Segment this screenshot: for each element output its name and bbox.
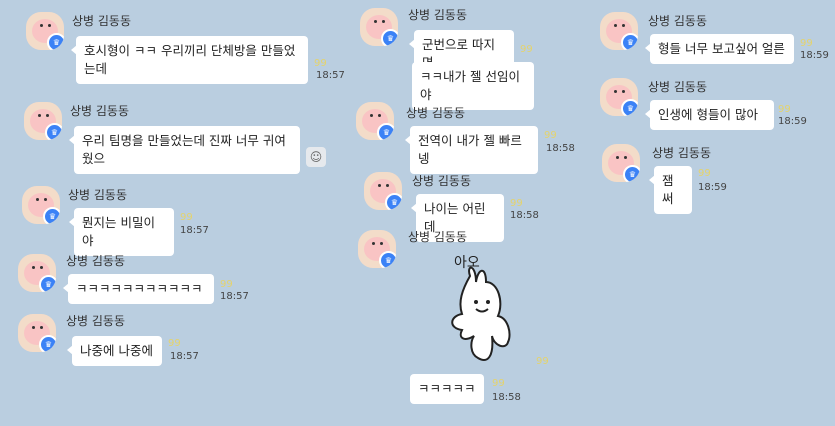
avatar[interactable]: ♛	[26, 12, 64, 50]
message-time: 18:57	[170, 351, 199, 362]
crown-badge-icon: ♛	[47, 33, 64, 50]
avatar[interactable]: ♛	[360, 8, 398, 46]
sender-name: 상병 김동동	[70, 104, 130, 118]
avatar[interactable]: ♛	[364, 172, 402, 210]
rabbit-sticker[interactable]: 아오	[428, 246, 538, 370]
avatar[interactable]: ♛	[18, 254, 56, 292]
crown-badge-icon: ♛	[379, 251, 396, 268]
sender-name: 상병 김동동	[408, 8, 468, 22]
message-time: 18:59	[800, 50, 829, 61]
avatar[interactable]: ♛	[358, 230, 396, 268]
unread-count: 99	[536, 356, 549, 367]
crown-badge-icon: ♛	[45, 123, 62, 140]
unread-count: 99	[520, 44, 533, 55]
message-time: 18:59	[778, 116, 807, 127]
unread-count: 99	[778, 104, 791, 115]
avatar[interactable]: ♛	[600, 12, 638, 50]
message-bubble[interactable]: 잼써	[649, 166, 692, 214]
unread-count: 99	[800, 38, 813, 49]
crown-badge-icon: ♛	[623, 165, 640, 182]
chat-column-2: ♛ 상병 김동동 군번으로 따지면 99 ㅋㅋ내가 젤 선임이야 ♛ 상병 김동…	[330, 0, 590, 426]
message-time: 18:58	[510, 210, 539, 221]
unread-count: 99	[544, 130, 557, 141]
message-bubble[interactable]: 뭔지는 비밀이야	[69, 208, 174, 256]
chat-column-3: ♛ 상병 김동동 형들 너무 보고싶어 얼른 99 18:59 ♛ 상병 김동동…	[590, 0, 835, 426]
message-bubble[interactable]: 인생에 형들이 많아	[645, 100, 774, 130]
crown-badge-icon: ♛	[621, 99, 638, 116]
sender-name: 상병 김동동	[66, 254, 126, 268]
sender-name: 상병 김동동	[72, 14, 132, 28]
message-bubble[interactable]: 형들 너무 보고싶어 얼른	[645, 34, 794, 64]
unread-count: 99	[314, 58, 327, 69]
avatar[interactable]: ♛	[602, 144, 640, 182]
rabbit-icon	[451, 266, 511, 361]
message-time: 18:59	[698, 182, 727, 193]
avatar[interactable]: ♛	[356, 102, 394, 140]
message-time: 18:57	[220, 291, 249, 302]
crown-badge-icon: ♛	[621, 33, 638, 50]
crown-badge-icon: ♛	[39, 335, 56, 352]
message-bubble[interactable]: 나중에 나중에	[67, 336, 162, 366]
crown-badge-icon: ♛	[385, 193, 402, 210]
avatar[interactable]: ♛	[24, 102, 62, 140]
crown-badge-icon: ♛	[377, 123, 394, 140]
message-bubble[interactable]: 호시형이 ㅋㅋ 우리끼리 단체방을 만들었는데	[71, 36, 308, 84]
sender-name: 상병 김동동	[406, 106, 466, 120]
sender-name: 상병 김동동	[648, 80, 708, 94]
message-bubble[interactable]: ㅋㅋ내가 젤 선임이야	[412, 62, 534, 110]
crown-badge-icon: ♛	[381, 29, 398, 46]
avatar[interactable]: ♛	[18, 314, 56, 352]
sender-name: 상병 김동동	[408, 230, 468, 244]
unread-count: 99	[492, 378, 505, 389]
avatar[interactable]: ♛	[22, 186, 60, 224]
crown-badge-icon: ♛	[43, 207, 60, 224]
message-bubble[interactable]: ㅋㅋㅋㅋㅋ	[410, 374, 484, 404]
sender-name: 상병 김동동	[652, 146, 712, 160]
crown-badge-icon: ♛	[39, 275, 56, 292]
unread-count: 99	[168, 338, 181, 349]
emoji-reaction-button[interactable]: ☺	[306, 147, 326, 167]
sender-name: 상병 김동동	[648, 14, 708, 28]
message-bubble[interactable]: ㅋㅋㅋㅋㅋㅋㅋㅋㅋㅋㅋ	[63, 274, 214, 304]
message-time: 18:58	[492, 392, 521, 403]
sender-name: 상병 김동동	[68, 188, 128, 202]
sender-name: 상병 김동동	[66, 314, 126, 328]
unread-count: 99	[510, 198, 523, 209]
message-time: 18:58	[546, 143, 575, 154]
sender-name: 상병 김동동	[412, 174, 472, 188]
unread-count: 99	[180, 212, 193, 223]
message-time: 18:57	[180, 225, 209, 236]
chat-column-1: ♛ 상병 김동동 호시형이 ㅋㅋ 우리끼리 단체방을 만들었는데 99 18:5…	[0, 0, 345, 426]
unread-count: 99	[698, 168, 711, 179]
unread-count: 99	[220, 279, 233, 290]
avatar[interactable]: ♛	[600, 78, 638, 116]
message-bubble[interactable]: 전역이 내가 젤 빠르넹	[405, 126, 538, 174]
message-bubble[interactable]: 우리 팀명을 만들었는데 진짜 너무 귀여웠으	[69, 126, 300, 174]
